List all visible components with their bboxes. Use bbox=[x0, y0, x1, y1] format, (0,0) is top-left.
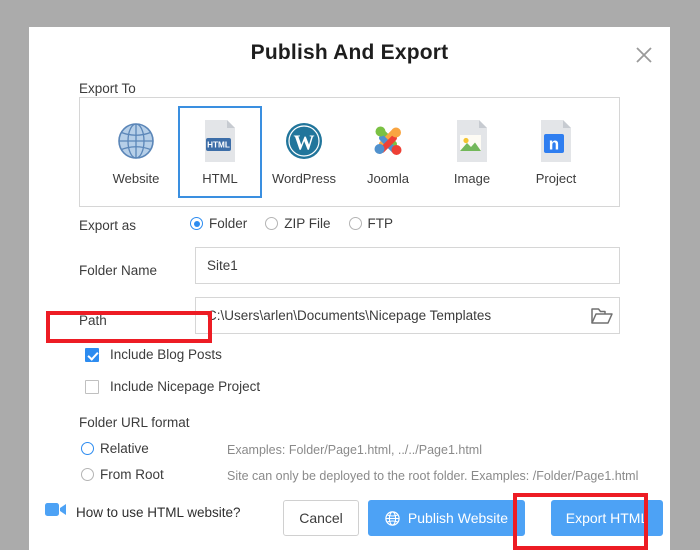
url-from-root-example-text: Site can only be deployed to the root fo… bbox=[227, 469, 639, 483]
radio-dot-icon bbox=[190, 217, 203, 230]
globe-small-icon bbox=[385, 510, 400, 526]
checkbox-box-icon bbox=[85, 379, 99, 394]
dialog-title-bar: Publish And Export bbox=[29, 27, 670, 85]
close-icon[interactable] bbox=[630, 41, 658, 69]
folder-name-label: Folder Name bbox=[79, 263, 158, 278]
panel-spacer bbox=[80, 98, 94, 206]
html-file-icon: HTML bbox=[197, 117, 243, 165]
globe-icon bbox=[113, 117, 159, 165]
publish-website-button[interactable]: Publish Website bbox=[368, 500, 525, 536]
open-folder-icon[interactable] bbox=[585, 299, 618, 332]
radio-export-as-ftp[interactable]: FTP bbox=[348, 216, 394, 231]
radio-dot-icon bbox=[265, 217, 279, 230]
folder-name-input[interactable] bbox=[195, 247, 620, 284]
publish-export-dialog: Publish And Export Export To Website HTM… bbox=[29, 27, 670, 550]
export-option-label: Project bbox=[535, 171, 577, 186]
export-option-website[interactable]: Website bbox=[94, 106, 178, 198]
export-to-label: Export To bbox=[79, 81, 136, 96]
cancel-button[interactable]: Cancel bbox=[283, 500, 359, 536]
svg-text:n: n bbox=[549, 135, 559, 154]
radio-label: ZIP File bbox=[284, 216, 331, 231]
how-to-use-link[interactable]: How to use HTML website? bbox=[45, 502, 241, 522]
checkbox-include-nicepage-project[interactable]: Include Nicepage Project bbox=[85, 379, 260, 394]
page-title: Publish And Export bbox=[250, 41, 449, 64]
export-as-label: Export as bbox=[79, 218, 137, 233]
export-option-html[interactable]: HTML HTML bbox=[178, 106, 262, 198]
export-option-project[interactable]: n Project bbox=[514, 106, 598, 198]
export-html-button[interactable]: Export HTML bbox=[551, 500, 663, 536]
project-file-icon: n bbox=[533, 117, 579, 165]
dialog-footer: How to use HTML website? Cancel Publish … bbox=[29, 486, 670, 550]
folder-url-format-label: Folder URL format bbox=[79, 415, 190, 430]
export-option-label: Joomla bbox=[367, 171, 409, 186]
wordpress-icon: W bbox=[281, 117, 327, 165]
radio-label: Folder bbox=[209, 216, 248, 231]
export-option-label: Website bbox=[112, 171, 160, 186]
radio-label: Relative bbox=[100, 441, 149, 456]
export-option-image[interactable]: Image bbox=[430, 106, 514, 198]
export-to-panel: Website HTML HTML W WordPress Joomla Ima… bbox=[79, 97, 620, 207]
svg-text:W: W bbox=[294, 131, 315, 155]
path-input[interactable] bbox=[195, 297, 620, 334]
radio-dot-icon bbox=[81, 468, 94, 481]
radio-url-relative[interactable]: Relative bbox=[81, 441, 149, 456]
export-option-label: WordPress bbox=[271, 171, 337, 186]
checkbox-label: Include Blog Posts bbox=[110, 347, 222, 362]
url-relative-example-text: Examples: Folder/Page1.html, ../../Page1… bbox=[227, 443, 482, 457]
export-as-radio-group: Folder ZIP File FTP bbox=[190, 216, 401, 231]
image-file-icon bbox=[449, 117, 495, 165]
checkbox-box-icon bbox=[85, 347, 99, 362]
radio-label: FTP bbox=[367, 216, 394, 231]
radio-dot-icon bbox=[348, 217, 362, 230]
svg-text:HTML: HTML bbox=[207, 141, 230, 150]
checkbox-label: Include Nicepage Project bbox=[110, 379, 261, 394]
radio-label: From Root bbox=[100, 467, 164, 482]
how-to-use-label: How to use HTML website? bbox=[76, 504, 241, 520]
checkbox-include-blog-posts[interactable]: Include Blog Posts bbox=[85, 347, 222, 362]
radio-export-as-folder[interactable]: Folder bbox=[190, 216, 247, 231]
radio-dot-icon bbox=[81, 442, 94, 455]
path-label: Path bbox=[79, 313, 107, 328]
export-option-wordpress[interactable]: W WordPress bbox=[262, 106, 346, 198]
export-option-label: Image bbox=[453, 171, 491, 186]
joomla-icon bbox=[365, 117, 411, 165]
export-option-label: HTML bbox=[202, 171, 238, 186]
publish-website-label: Publish Website bbox=[407, 510, 509, 526]
export-option-joomla[interactable]: Joomla bbox=[346, 106, 430, 198]
radio-url-from-root[interactable]: From Root bbox=[81, 467, 164, 482]
video-camera-icon bbox=[45, 502, 67, 522]
radio-export-as-zip[interactable]: ZIP File bbox=[265, 216, 331, 231]
